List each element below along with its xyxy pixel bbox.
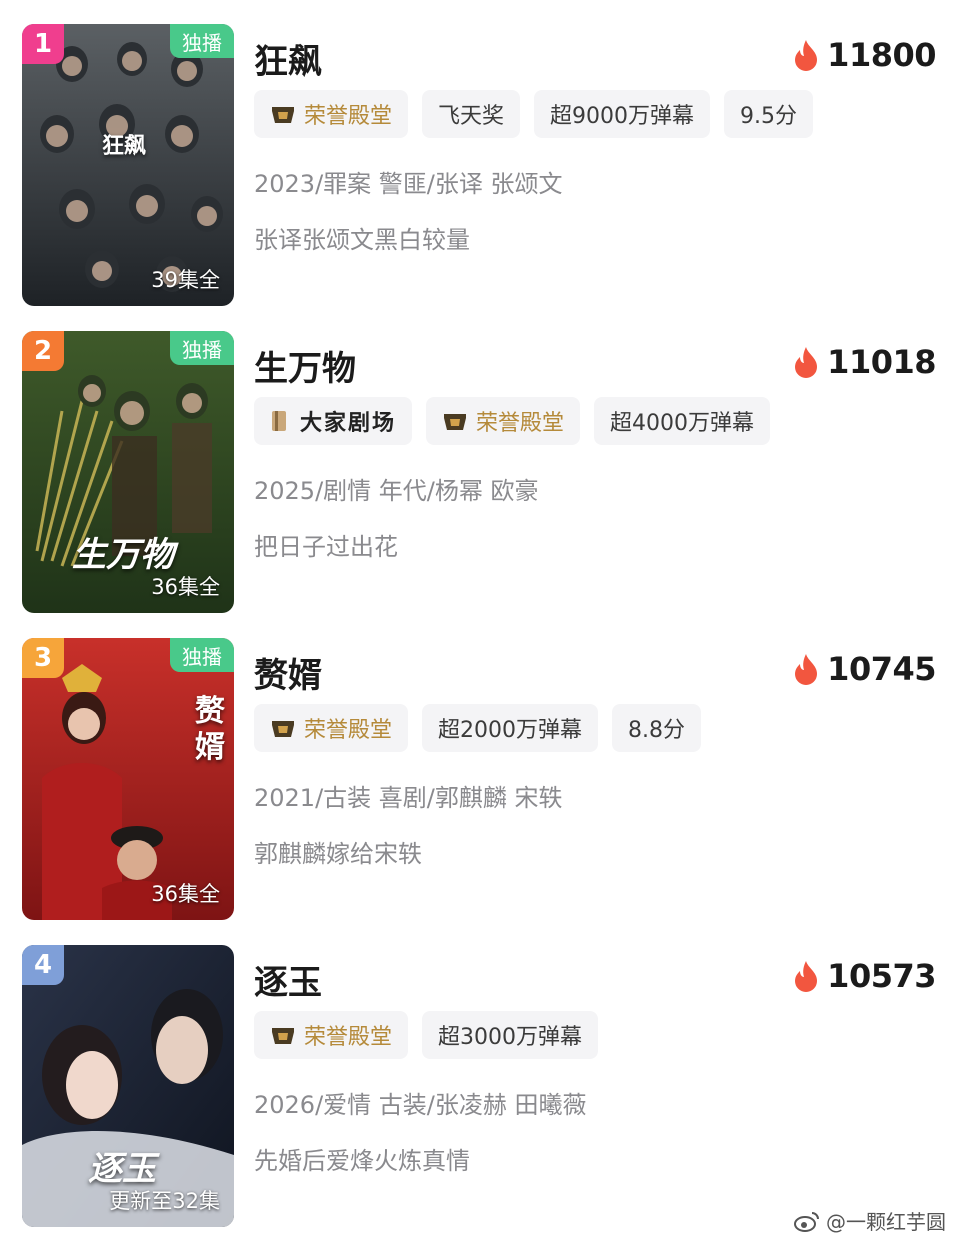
poster-image[interactable]: 生万物 2 独播 36集全 xyxy=(22,331,234,613)
episode-count: 36集全 xyxy=(151,882,220,906)
heat-score: 10573 xyxy=(793,957,936,995)
tag-row: 荣誉殿堂 飞天奖 超9000万弹幕 9.5分 xyxy=(254,90,814,138)
list-item[interactable]: 逐玉 4 更新至32集 逐玉 10573 荣誉殿堂 超3000万弹幕 2026/… xyxy=(0,945,960,1235)
watermark-text: @一颗红芋圆 xyxy=(826,1210,946,1234)
heat-score: 10745 xyxy=(793,650,936,688)
poster-image[interactable]: 赘婿 3 独播 36集全 xyxy=(22,638,234,920)
poster-title-text: 生万物 xyxy=(72,535,174,575)
drama-meta: 2026/爱情 古装/张凌赫 田曦薇 xyxy=(254,1091,587,1119)
poster-title-text: 赘婿 xyxy=(195,694,225,765)
drama-title[interactable]: 狂飙 xyxy=(254,34,322,83)
exclusive-badge: 独播 xyxy=(170,24,234,58)
flame-icon xyxy=(795,654,818,685)
exclusive-badge: 独播 xyxy=(170,331,234,365)
honor-hall-tag[interactable]: 荣誉殿堂 xyxy=(426,397,581,445)
danmaku-tag[interactable]: 超9000万弹幕 xyxy=(534,90,711,138)
poster-title-text: 逐玉 xyxy=(88,1149,156,1189)
tag-label: 荣誉殿堂 xyxy=(476,411,565,436)
drama-meta: 2025/剧情 年代/杨幂 欧豪 xyxy=(254,477,539,505)
flame-icon xyxy=(795,40,818,71)
weibo-icon xyxy=(794,1211,819,1232)
episode-count: 更新至32集 xyxy=(109,1189,220,1213)
honor-hall-tag[interactable]: 荣誉殿堂 xyxy=(254,90,409,138)
award-tag[interactable]: 飞天奖 xyxy=(422,90,521,138)
drama-description: 把日子过出花 xyxy=(254,533,398,561)
tag-row: 大家剧场 荣誉殿堂 超4000万弹幕 xyxy=(254,397,771,445)
flame-icon xyxy=(795,961,818,992)
theater-tag[interactable]: 大家剧场 xyxy=(254,397,413,445)
heat-value: 11800 xyxy=(827,36,936,74)
drama-description: 张译张颂文黑白较量 xyxy=(254,226,470,254)
danmaku-tag[interactable]: 超3000万弹幕 xyxy=(422,1011,599,1059)
danmaku-tag[interactable]: 超2000万弹幕 xyxy=(422,704,599,752)
drama-title[interactable]: 生万物 xyxy=(254,341,356,390)
drama-title[interactable]: 逐玉 xyxy=(254,955,322,1004)
heat-value: 10573 xyxy=(827,957,936,995)
drama-description: 郭麒麟嫁给宋轶 xyxy=(254,840,422,868)
score-tag[interactable]: 9.5分 xyxy=(724,90,814,138)
tag-label: 荣誉殿堂 xyxy=(304,1025,393,1050)
rank-badge: 1 xyxy=(22,24,64,64)
drama-meta: 2021/古装 喜剧/郭麒麟 宋轶 xyxy=(254,784,563,812)
tag-label: 荣誉殿堂 xyxy=(304,718,393,743)
episode-count: 39集全 xyxy=(151,268,220,292)
tag-row: 荣誉殿堂 超2000万弹幕 8.8分 xyxy=(254,704,702,752)
drama-meta: 2023/罪案 警匪/张译 张颂文 xyxy=(254,170,563,198)
poster-image[interactable]: 逐玉 4 更新至32集 xyxy=(22,945,234,1227)
tag-label: 荣誉殿堂 xyxy=(304,104,393,129)
rank-badge: 3 xyxy=(22,638,64,678)
honor-hall-tag[interactable]: 荣誉殿堂 xyxy=(254,704,409,752)
tag-label: 大家剧场 xyxy=(300,410,397,436)
list-item[interactable]: 赘婿 3 独播 36集全 赘婿 10745 荣誉殿堂 超2000万弹幕 8.8分… xyxy=(0,638,960,928)
drama-description: 先婚后爱烽火炼真情 xyxy=(254,1147,470,1175)
rank-badge: 2 xyxy=(22,331,64,371)
rank-badge: 4 xyxy=(22,945,64,985)
honor-hall-tag[interactable]: 荣誉殿堂 xyxy=(254,1011,409,1059)
heat-score: 11800 xyxy=(793,36,936,74)
episode-count: 36集全 xyxy=(151,575,220,599)
drama-title[interactable]: 赘婿 xyxy=(254,648,322,697)
poster-image[interactable]: 狂飙 1 独播 39集全 xyxy=(22,24,234,306)
tag-row: 荣誉殿堂 超3000万弹幕 xyxy=(254,1011,599,1059)
list-item[interactable]: 生万物 2 独播 36集全 生万物 11018 大家剧场 荣誉殿堂 超4000万… xyxy=(0,331,960,621)
score-tag[interactable]: 8.8分 xyxy=(612,704,702,752)
list-item[interactable]: 狂飙 1 独播 39集全 狂飙 11800 荣誉殿堂 飞天奖 超9000万弹幕 … xyxy=(0,24,960,314)
honor-icon xyxy=(444,414,467,430)
honor-icon xyxy=(272,1028,294,1044)
book-icon xyxy=(272,411,286,431)
exclusive-badge: 独播 xyxy=(170,638,234,672)
heat-score: 11018 xyxy=(793,343,936,381)
heat-value: 11018 xyxy=(827,343,936,381)
honor-icon xyxy=(272,721,294,737)
poster-title-text: 狂飙 xyxy=(102,133,147,159)
flame-icon xyxy=(795,347,818,378)
honor-icon xyxy=(272,107,294,123)
weibo-watermark: @一颗红芋圆 xyxy=(794,1206,946,1235)
heat-value: 10745 xyxy=(827,650,936,688)
danmaku-tag[interactable]: 超4000万弹幕 xyxy=(594,397,771,445)
